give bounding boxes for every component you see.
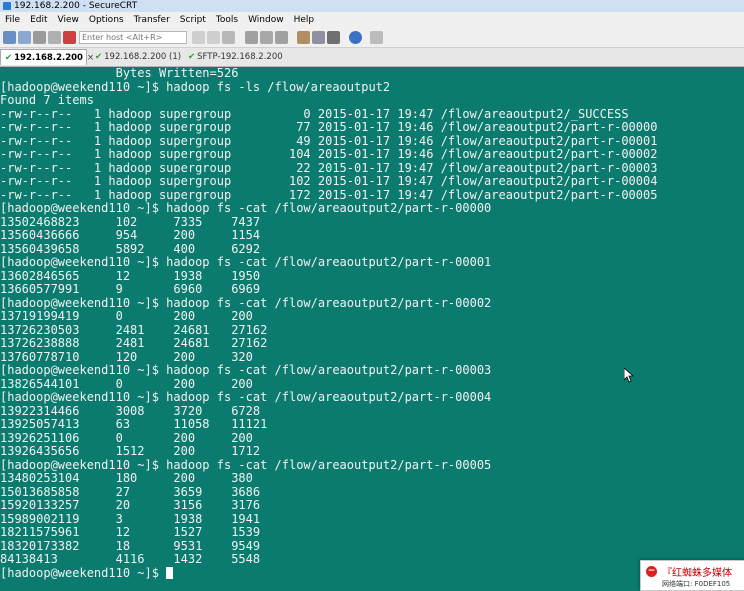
terminal-line: 18211575961 12 1527 1539: [0, 525, 261, 539]
window-title: 192.168.2.200 - SecureCRT: [14, 1, 138, 11]
tab-sftp[interactable]: ✔ SFTP-192.168.2.200: [184, 49, 284, 65]
terminal-prompt-line[interactable]: [hadoop@weekend110 ~]$: [0, 565, 744, 581]
terminal-line: [hadoop@weekend110 ~]$ hadoop fs -ls /fl…: [0, 79, 391, 94]
terminal-line: 13926251106 0 200 200: [0, 430, 253, 445]
terminal-line: -rw-r--r-- 1 hadoop supergroup 49 2015-0…: [0, 133, 658, 148]
terminal-line: 13560436666 954 200 1154: [0, 228, 261, 242]
tab-label: 192.168.2.200: [14, 53, 83, 63]
toolbar: [0, 28, 744, 48]
tab-label: 192.168.2.200 (1): [104, 52, 182, 62]
terminal-area[interactable]: Bytes Written=526 [hadoop@weekend110 ~]$…: [0, 67, 744, 589]
terminal-line: 18320173382 18 9531 9549: [0, 538, 261, 553]
terminal-line: -rw-r--r-- 1 hadoop supergroup 102 2015-…: [0, 174, 658, 188]
menu-bar: File Edit View Options Transfer Script Tools Wi…: [0, 12, 744, 28]
menu-transfer[interactable]: Transfer: [129, 12, 175, 28]
terminal-line: [hadoop@weekend110 ~]$ hadoop fs -cat /f…: [0, 255, 492, 269]
menu-edit[interactable]: Edit: [25, 12, 52, 28]
terminal-output: Bytes Written=526 [hadoop@weekend110 ~]$…: [0, 67, 744, 580]
notification-popup[interactable]: − 『红蜘蛛多媒体 网络端口: F0DEF105: [640, 560, 744, 591]
menu-view[interactable]: View: [53, 12, 84, 28]
terminal-line: 13925057413 63 11058 11121: [0, 417, 268, 431]
find-icon[interactable]: [222, 31, 235, 44]
reconnect-icon[interactable]: [48, 31, 61, 44]
terminal-line: 13480253104 180 200 380: [0, 471, 253, 485]
session-tab-bar: ✔ 192.168.2.200 × ✔ 192.168.2.200 (1) ✔ SFTP…: [0, 48, 744, 67]
options-icon[interactable]: [370, 31, 383, 44]
menu-options[interactable]: Options: [84, 12, 129, 28]
terminal-line: 13719199419 0 200 200: [0, 309, 253, 323]
terminal-line: 15920133257 20 3156 3176: [0, 498, 261, 512]
copy-icon[interactable]: [192, 31, 205, 44]
notification-subtitle: 网络端口: F0DEF105: [662, 580, 731, 588]
terminal-line: 13502468823 102 7335 7437: [0, 214, 261, 229]
terminal-line: 13922314466 3008 3720 6728: [0, 403, 261, 418]
terminal-line: -rw-r--r-- 1 hadoop supergroup 172 2015-…: [0, 187, 658, 202]
window-title-bar: 192.168.2.200 - SecureCRT: [0, 0, 744, 12]
menu-window[interactable]: Window: [243, 12, 289, 28]
terminal-line: [hadoop@weekend110 ~]$ hadoop fs -cat /f…: [0, 390, 492, 404]
terminal-line: 84138413 4116 1432 5548: [0, 552, 261, 566]
tab-label: SFTP-192.168.2.200: [197, 52, 283, 62]
terminal-line: -rw-r--r-- 1 hadoop supergroup 0 2015-01…: [0, 106, 629, 121]
terminal-line: 13726230503 2481 24681 27162: [0, 322, 268, 337]
warning-icon: −: [646, 566, 657, 577]
connected-check-icon: ✔: [188, 52, 196, 62]
mouse-pointer-icon: [624, 368, 634, 383]
terminal-line: 15013685858 27 3659 3686: [0, 484, 261, 499]
menu-help[interactable]: Help: [289, 12, 320, 28]
disconnect-icon[interactable]: [63, 31, 76, 44]
session-options-icon[interactable]: [260, 31, 273, 44]
terminal-line: -rw-r--r-- 1 hadoop supergroup 77 2015-0…: [0, 120, 658, 134]
terminal-line: 13560439658 5892 400 6292: [0, 241, 261, 256]
menu-tools[interactable]: Tools: [211, 12, 243, 28]
terminal-line: 13726238888 2481 24681 27162: [0, 336, 268, 350]
tools-icon[interactable]: [327, 31, 340, 44]
menu-file[interactable]: File: [0, 12, 25, 28]
sftp-icon[interactable]: [297, 31, 310, 44]
quick-connect-icon[interactable]: [18, 31, 31, 44]
terminal-line: 15989002119 3 1938 1941: [0, 511, 261, 526]
help-icon[interactable]: [349, 31, 362, 44]
global-options-icon[interactable]: [275, 31, 288, 44]
terminal-line: Found 7 items: [0, 93, 94, 107]
print-icon[interactable]: [245, 31, 258, 44]
terminal-line: -rw-r--r-- 1 hadoop supergroup 104 2015-…: [0, 147, 658, 161]
terminal-line: [hadoop@weekend110 ~]$ hadoop fs -cat /f…: [0, 457, 492, 472]
terminal-line: 13660577991 9 6960 6969: [0, 282, 261, 296]
connected-check-icon: ✔: [5, 53, 13, 63]
terminal-line: [hadoop@weekend110 ~]$ hadoop fs -cat /f…: [0, 295, 492, 310]
text-cursor: [166, 566, 174, 579]
notification-title: 『红蜘蛛多媒体: [662, 568, 732, 579]
terminal-line: 13602846565 12 1938 1950: [0, 268, 261, 283]
tab-session-2[interactable]: ✔ 192.168.2.200 (1): [91, 49, 181, 65]
terminal-line: -rw-r--r-- 1 hadoop supergroup 22 2015-0…: [0, 160, 658, 175]
menu-script[interactable]: Script: [175, 12, 211, 28]
terminal-line: 13760778710 120 200 320: [0, 349, 253, 364]
tab-session-1[interactable]: ✔ 192.168.2.200 ×: [0, 49, 94, 65]
connect-in-tab-icon[interactable]: [33, 31, 46, 44]
connect-icon[interactable]: [3, 31, 16, 44]
keymap-icon[interactable]: [312, 31, 325, 44]
terminal-line: 13926435656 1512 200 1712: [0, 444, 261, 458]
connected-check-icon: ✔: [95, 52, 103, 62]
securecrt-app-icon: [3, 2, 11, 10]
paste-icon[interactable]: [207, 31, 220, 44]
enter-host-input[interactable]: [79, 31, 187, 44]
shell-prompt: [hadoop@weekend110 ~]$: [0, 565, 167, 580]
terminal-line: Bytes Written=526: [0, 67, 239, 80]
terminal-line: [hadoop@weekend110 ~]$ hadoop fs -cat /f…: [0, 201, 492, 215]
